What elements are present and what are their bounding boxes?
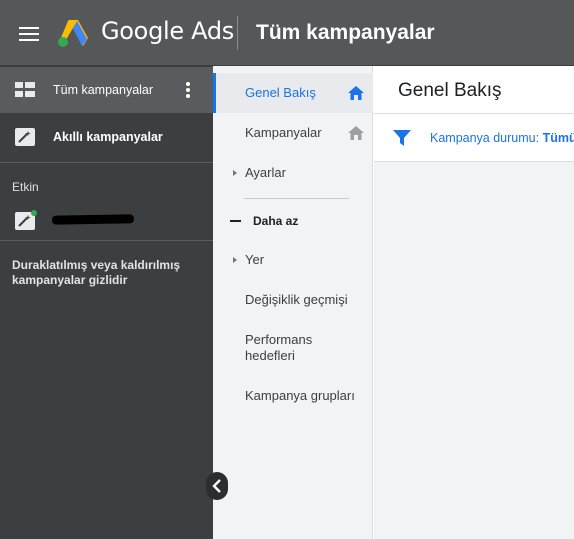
filter-label: Kampanya durumu: bbox=[430, 131, 540, 145]
expand-arrow-icon bbox=[233, 170, 237, 176]
expand-arrow-icon bbox=[233, 257, 237, 263]
tab-overview[interactable]: Genel Bakış bbox=[213, 73, 373, 113]
tab-settings[interactable]: Ayarlar bbox=[213, 153, 373, 193]
main-content: Genel Bakış Kampanya durumu: Tümü bbox=[374, 66, 574, 539]
tab-performance-goals[interactable]: Performans hedefleri bbox=[213, 320, 373, 368]
tab-campaigns-label: Kampanyalar bbox=[245, 125, 322, 140]
nav-divider bbox=[0, 240, 213, 241]
home-icon[interactable] bbox=[348, 126, 364, 140]
menu-icon[interactable] bbox=[19, 27, 39, 41]
top-app-bar: Google Ads Tüm kampanyalar bbox=[0, 0, 574, 66]
grid-icon bbox=[15, 82, 35, 97]
header-divider bbox=[237, 16, 238, 50]
nav-all-campaigns[interactable]: Tüm kampanyalar bbox=[0, 67, 213, 113]
magic-wand-icon bbox=[15, 210, 37, 230]
nav-divider bbox=[0, 162, 213, 163]
section-active-label: Etkin bbox=[12, 180, 39, 194]
menu-divider bbox=[244, 198, 349, 199]
more-vert-icon[interactable] bbox=[186, 82, 190, 98]
show-less-toggle[interactable]: Daha az bbox=[213, 201, 373, 241]
tab-change-history[interactable]: Değişiklik geçmişi bbox=[213, 280, 373, 320]
page-title: Tüm kampanyalar bbox=[256, 21, 435, 44]
google-ads-logo bbox=[58, 20, 88, 47]
tab-locations[interactable]: Yer bbox=[213, 240, 373, 280]
tab-campaign-groups[interactable]: Kampanya grupları bbox=[213, 376, 373, 416]
page-menu: Genel Bakış Kampanyalar Ayarlar Daha az … bbox=[213, 66, 373, 539]
show-less-label: Daha az bbox=[253, 214, 299, 228]
content-header: Genel Bakış bbox=[374, 66, 574, 114]
nav-smart-campaigns[interactable]: Akıllı kampanyalar bbox=[0, 114, 213, 160]
minus-icon bbox=[230, 220, 241, 222]
chevron-left-icon bbox=[212, 479, 221, 493]
campaign-nav: Tüm kampanyalar Akıllı kampanyalar Etkin… bbox=[0, 66, 213, 539]
nav-all-campaigns-label: Tüm kampanyalar bbox=[53, 83, 154, 97]
home-icon[interactable] bbox=[348, 86, 364, 100]
tab-performance-goals-label: Performans hedefleri bbox=[245, 332, 313, 363]
hidden-campaigns-note: Duraklatılmış veya kaldırılmış kampanyal… bbox=[12, 258, 181, 287]
tab-locations-label: Yer bbox=[245, 252, 265, 267]
filter-icon[interactable] bbox=[393, 129, 411, 147]
tab-settings-label: Ayarlar bbox=[245, 165, 286, 180]
tab-overview-label: Genel Bakış bbox=[245, 85, 316, 100]
content-title: Genel Bakış bbox=[398, 80, 502, 101]
collapse-nav-button[interactable] bbox=[206, 472, 228, 500]
filter-value: Tümü bbox=[542, 131, 574, 145]
filter-bar[interactable]: Kampanya durumu: Tümü bbox=[374, 114, 574, 162]
nav-smart-campaigns-label: Akıllı kampanyalar bbox=[53, 130, 163, 144]
tab-campaigns[interactable]: Kampanyalar bbox=[213, 113, 373, 153]
brand-name: Google Ads bbox=[101, 17, 234, 45]
tab-campaign-groups-label: Kampanya grupları bbox=[245, 388, 355, 403]
redacted-campaign-name bbox=[51, 214, 135, 225]
campaign-status-filter[interactable]: Kampanya durumu: Tümü bbox=[430, 131, 574, 145]
tab-change-history-label: Değişiklik geçmişi bbox=[245, 292, 348, 307]
magic-wand-icon bbox=[15, 128, 35, 146]
